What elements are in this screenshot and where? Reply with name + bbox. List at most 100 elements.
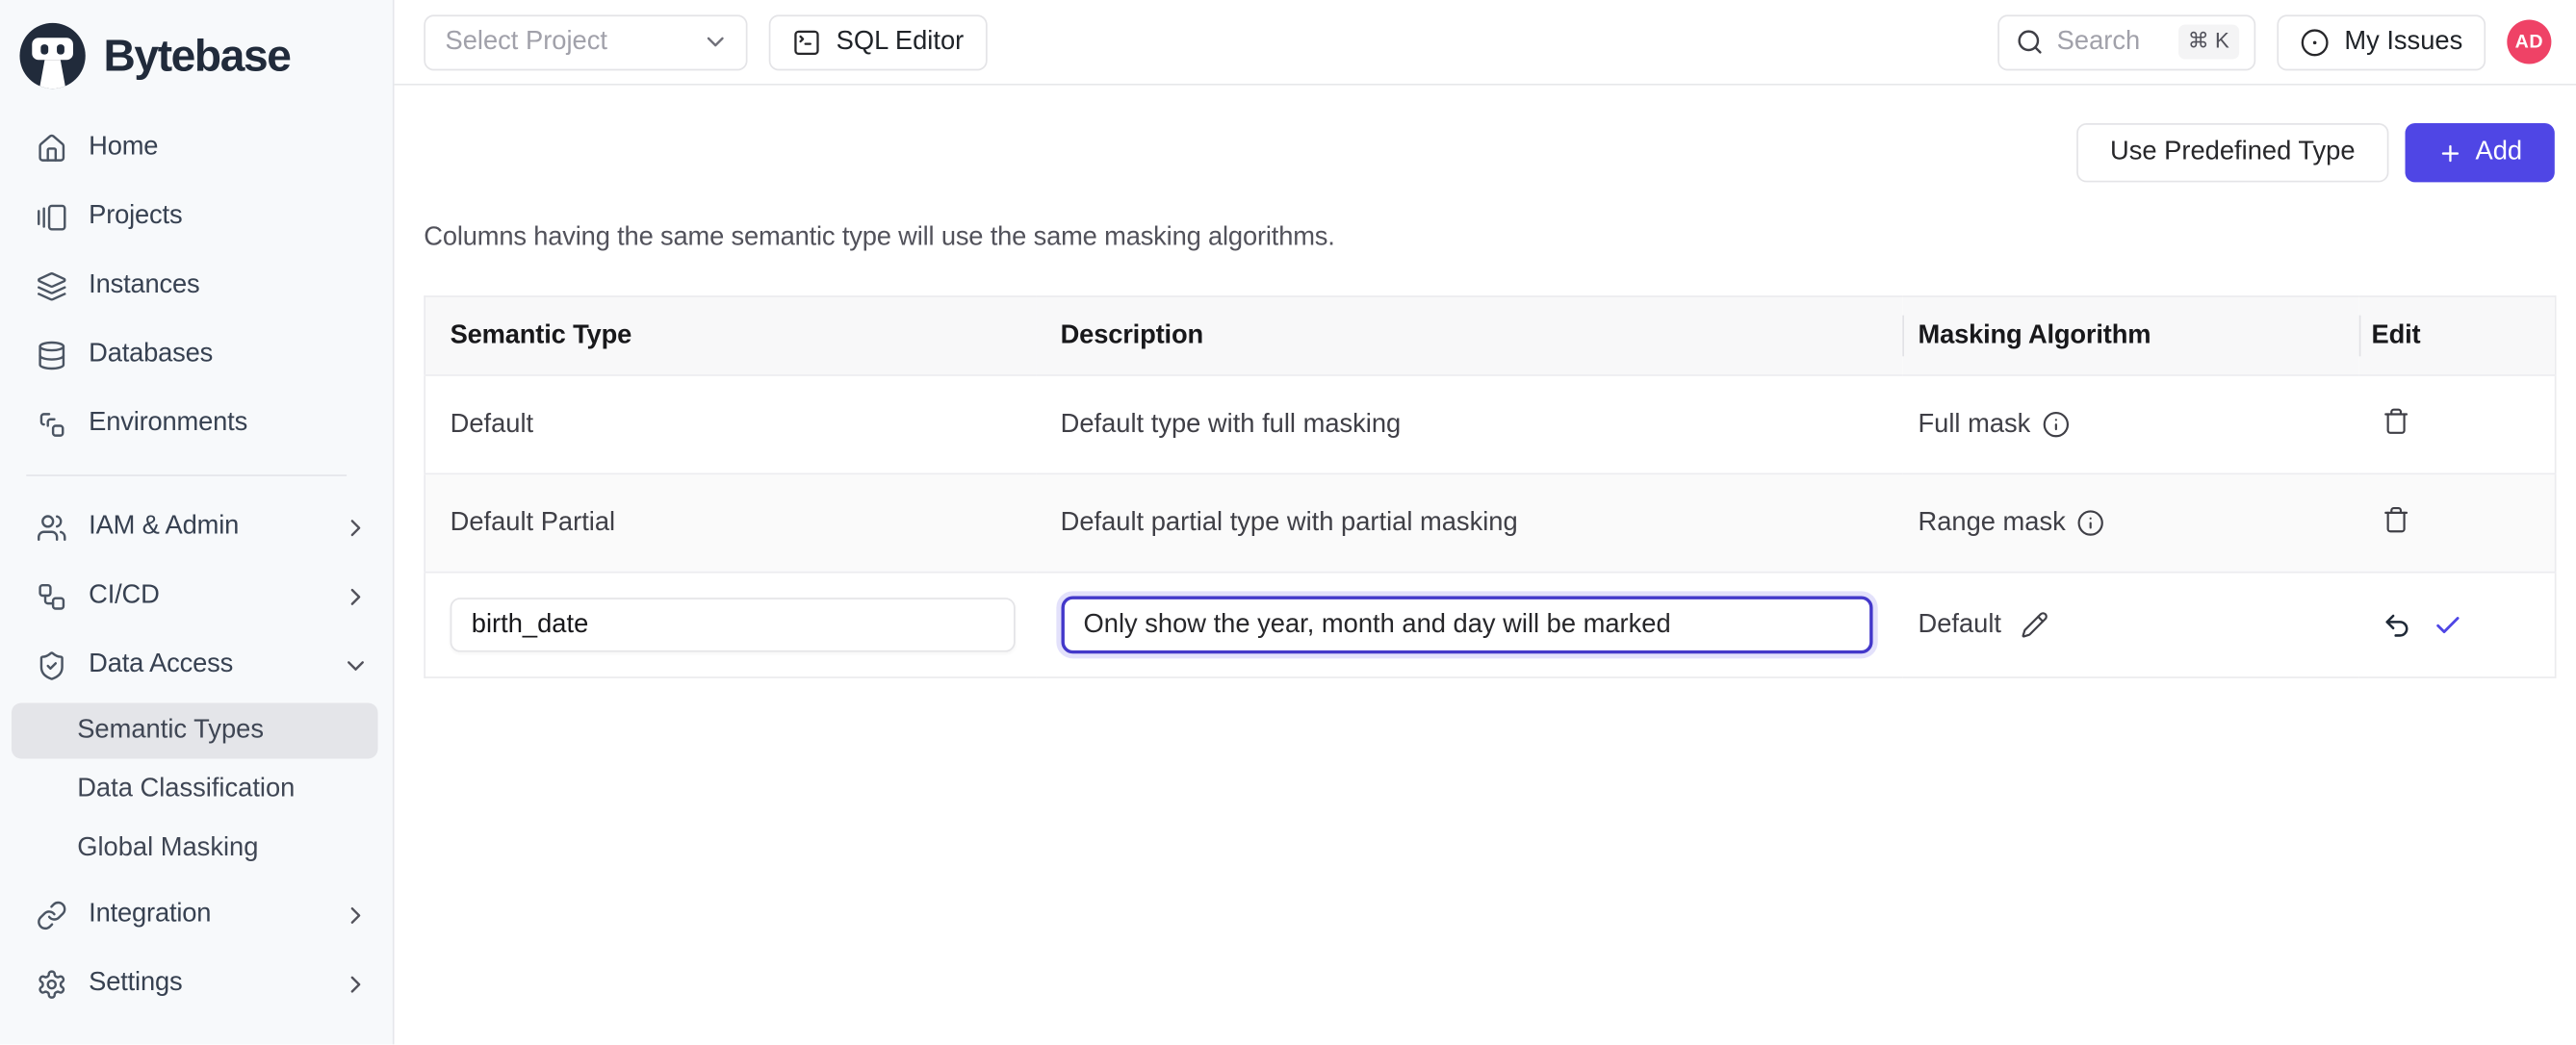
projects-icon <box>37 201 67 232</box>
column-header-semantic-type: Semantic Type <box>425 296 1036 375</box>
algorithm-label: Full mask <box>1918 410 2030 440</box>
avatar-initials: AD <box>2515 32 2543 51</box>
table-row-editing: Default <box>425 573 2555 677</box>
use-predefined-type-button[interactable]: Use Predefined Type <box>2076 123 2388 182</box>
users-icon <box>37 512 67 543</box>
table-row: Default Default type with full masking F… <box>425 375 2555 473</box>
sidebar-item-label: Home <box>89 133 370 163</box>
semantic-types-page: Use Predefined Type Add Columns having t… <box>395 86 2576 1045</box>
sidebar-item-label: Settings <box>89 969 321 999</box>
sidebar: Bytebase Home Projects Instances <box>0 0 395 1044</box>
masking-algorithm-cell: Full mask <box>1901 375 2357 473</box>
plus-icon <box>2437 140 2462 166</box>
masking-algorithm-cell: Default <box>1901 573 2357 677</box>
home-icon <box>37 132 67 163</box>
sidebar-subitem-label: Data Classification <box>77 776 295 805</box>
project-select[interactable]: Select Project <box>424 14 747 70</box>
undo-button[interactable] <box>2382 610 2411 640</box>
sidebar-item-label: CI/CD <box>89 581 321 611</box>
sql-editor-label: SQL Editor <box>837 27 965 57</box>
info-icon[interactable] <box>2077 509 2105 537</box>
sidebar-item-label: Projects <box>89 202 370 232</box>
edit-algorithm-button[interactable] <box>2022 611 2049 639</box>
description-cell: Default partial type with partial maskin… <box>1036 473 1901 572</box>
column-header-description: Description <box>1036 296 1901 375</box>
my-issues-button[interactable]: My Issues <box>2277 14 2486 70</box>
sidebar-subitem-label: Global Masking <box>77 834 258 864</box>
pencil-icon <box>2022 611 2049 639</box>
sidebar-item-home[interactable]: Home <box>0 114 393 183</box>
description-input[interactable] <box>1061 597 1872 654</box>
page-description: Columns having the same semantic type wi… <box>424 223 2554 253</box>
search-placeholder: Search <box>2057 27 2141 57</box>
add-button-label: Add <box>2475 138 2522 167</box>
link-icon <box>37 899 67 930</box>
table-header-row: Semantic Type Description Masking Algori… <box>425 296 2555 375</box>
layers-icon <box>37 270 67 301</box>
sidebar-item-data-classification[interactable]: Data Classification <box>12 762 378 818</box>
trash-icon <box>2382 505 2409 533</box>
chevron-right-icon <box>342 582 370 610</box>
edit-cell <box>2358 375 2556 473</box>
sidebar-subitem-label: Semantic Types <box>77 716 264 746</box>
edit-cell <box>2358 473 2556 572</box>
search-input[interactable]: Search ⌘ K <box>1997 14 2255 70</box>
sidebar-item-projects[interactable]: Projects <box>0 182 393 251</box>
sidebar-item-settings[interactable]: Settings <box>0 949 393 1018</box>
sidebar-nav: Home Projects Instances Databases <box>0 98 393 1018</box>
confirm-check-icon <box>2433 610 2462 640</box>
sidebar-item-databases[interactable]: Databases <box>0 320 393 390</box>
search-icon <box>2016 28 2044 56</box>
sql-editor-button[interactable]: SQL Editor <box>769 14 987 70</box>
chevron-right-icon <box>342 970 370 998</box>
workflow-icon <box>37 580 67 611</box>
edit-cell <box>2358 573 2556 677</box>
semantic-type-input[interactable] <box>451 598 1016 651</box>
gear-icon <box>37 968 67 999</box>
chevron-down-icon <box>702 28 730 56</box>
sidebar-item-instances[interactable]: Instances <box>0 251 393 320</box>
add-button[interactable]: Add <box>2406 123 2555 182</box>
bytebase-app: Bytebase Home Projects Instances <box>0 0 2576 1044</box>
delete-button[interactable] <box>2382 505 2409 533</box>
avatar[interactable]: AD <box>2507 19 2551 64</box>
page-actions: Use Predefined Type Add <box>424 123 2554 182</box>
column-header-masking-algorithm: Masking Algorithm <box>1901 296 2357 375</box>
algorithm-label: Default <box>1918 610 2001 640</box>
confirm-button[interactable] <box>2433 610 2462 640</box>
project-select-placeholder: Select Project <box>445 27 701 57</box>
chevron-right-icon <box>342 901 370 929</box>
undo-icon <box>2382 610 2411 640</box>
sidebar-item-label: Data Access <box>89 650 321 680</box>
sidebar-item-environments[interactable]: Environments <box>0 389 393 458</box>
masking-algorithm-cell: Range mask <box>1901 473 2357 572</box>
bytebase-logo-icon <box>16 19 89 91</box>
my-issues-label: My Issues <box>2344 27 2462 57</box>
chevron-down-icon <box>342 651 370 679</box>
sidebar-item-label: Instances <box>89 271 370 301</box>
semantic-type-cell <box>425 573 1036 677</box>
description-cell <box>1036 573 1901 677</box>
semantic-types-table: Semantic Type Description Masking Algori… <box>424 295 2556 678</box>
shield-check-icon <box>37 650 67 680</box>
brand-logo[interactable]: Bytebase <box>0 0 393 98</box>
sidebar-item-integration[interactable]: Integration <box>0 880 393 950</box>
chevron-right-icon <box>342 513 370 541</box>
delete-button[interactable] <box>2382 406 2409 434</box>
topbar: Select Project SQL Editor Search ⌘ K <box>395 0 2576 86</box>
semantic-type-cell: Default <box>425 375 1036 473</box>
column-header-edit: Edit <box>2358 296 2556 375</box>
database-icon <box>37 339 67 370</box>
trash-icon <box>2382 406 2409 434</box>
algorithm-label: Range mask <box>1918 508 2065 538</box>
sidebar-item-label: Databases <box>89 340 370 370</box>
semantic-type-cell: Default Partial <box>425 473 1036 572</box>
sidebar-item-semantic-types[interactable]: Semantic Types <box>12 702 378 758</box>
sidebar-item-data-access[interactable]: Data Access <box>0 630 393 700</box>
brand-wordmark: Bytebase <box>104 31 291 82</box>
sidebar-item-cicd[interactable]: CI/CD <box>0 562 393 631</box>
sidebar-divider <box>26 474 347 476</box>
info-icon[interactable] <box>2042 411 2070 439</box>
sidebar-item-global-masking[interactable]: Global Masking <box>12 821 378 877</box>
sidebar-item-iam-admin[interactable]: IAM & Admin <box>0 493 393 562</box>
